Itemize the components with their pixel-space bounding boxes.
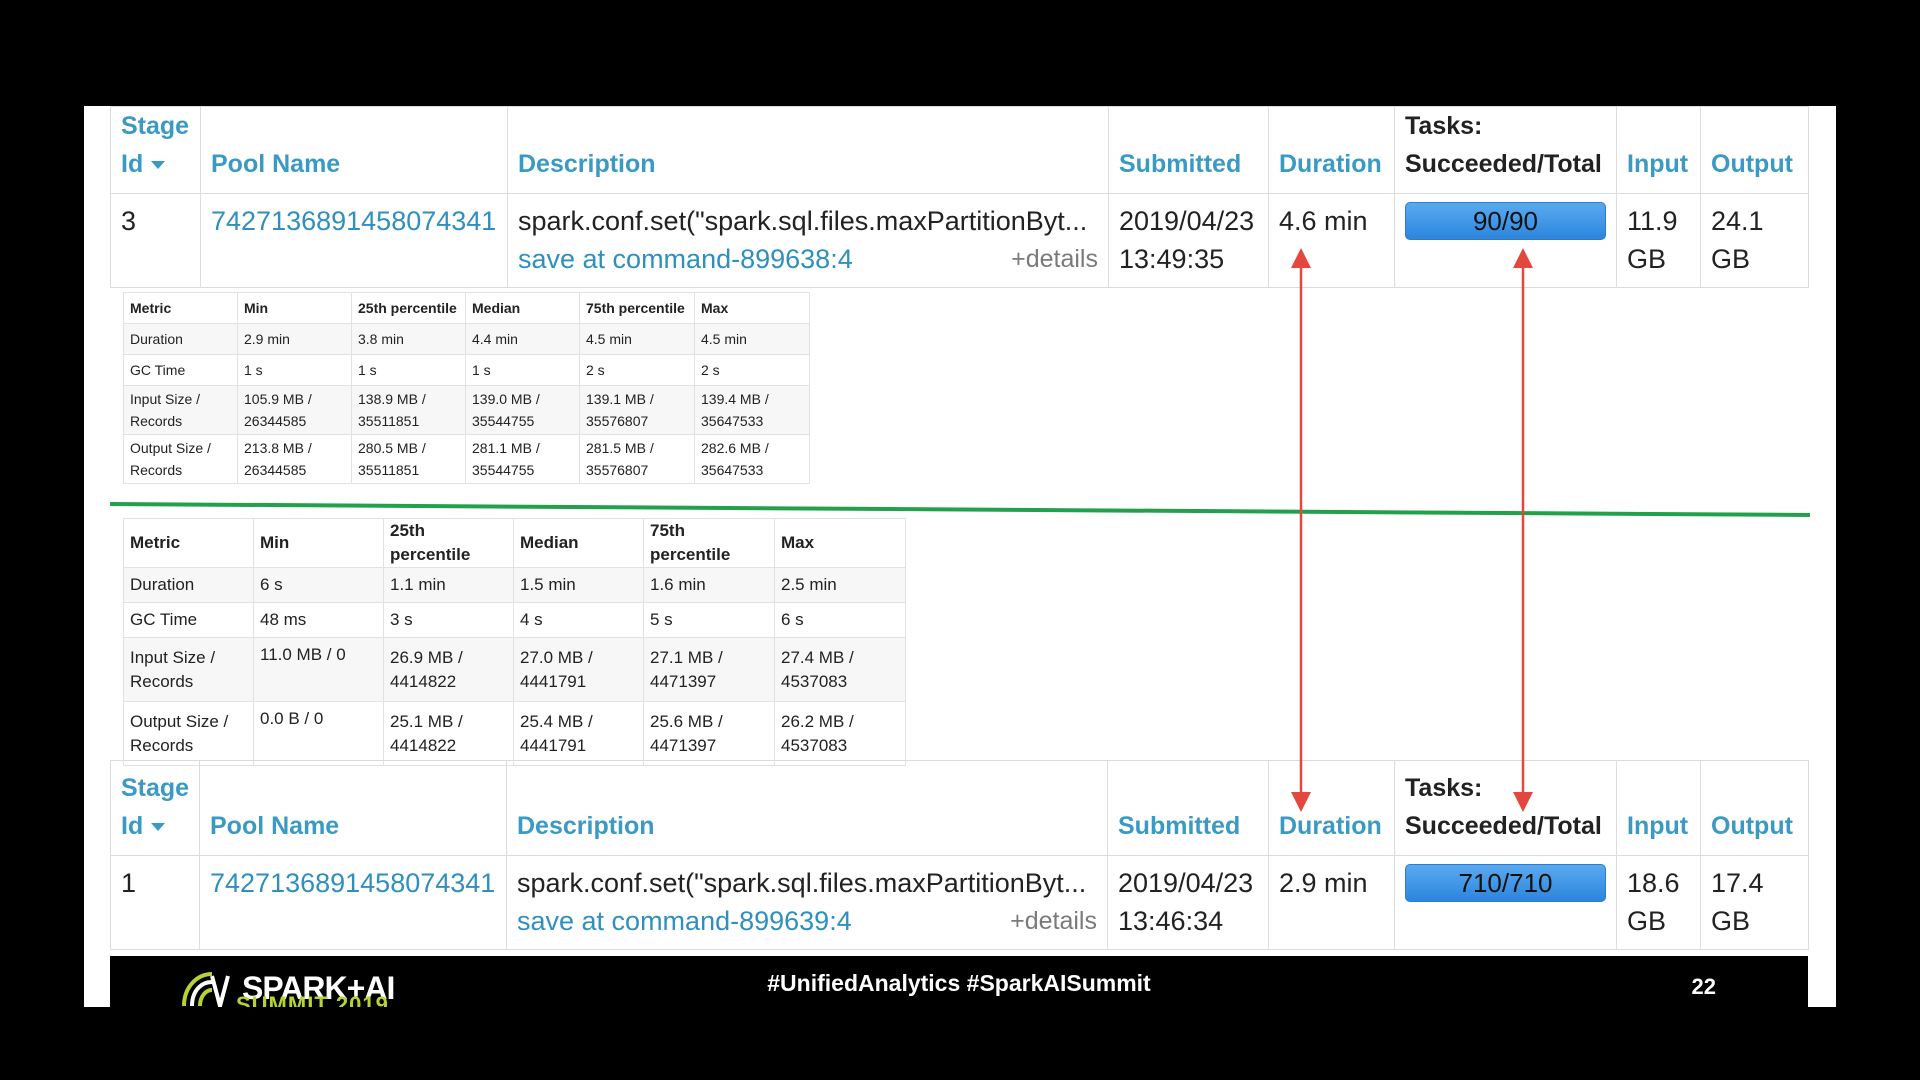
- hashtags: #UnifiedAnalytics #SparkAISummit: [767, 970, 1151, 996]
- page-number: 22: [1691, 974, 1716, 999]
- annotation-overlay: [109, 248, 1811, 812]
- green-divider-line: [109, 502, 1811, 517]
- slide-footer: SPARK+AI SUMMIT 2019 #UnifiedAnalytics #…: [110, 956, 1808, 1007]
- slide: Stage Id Pool Name Description Submitted…: [84, 106, 1836, 1007]
